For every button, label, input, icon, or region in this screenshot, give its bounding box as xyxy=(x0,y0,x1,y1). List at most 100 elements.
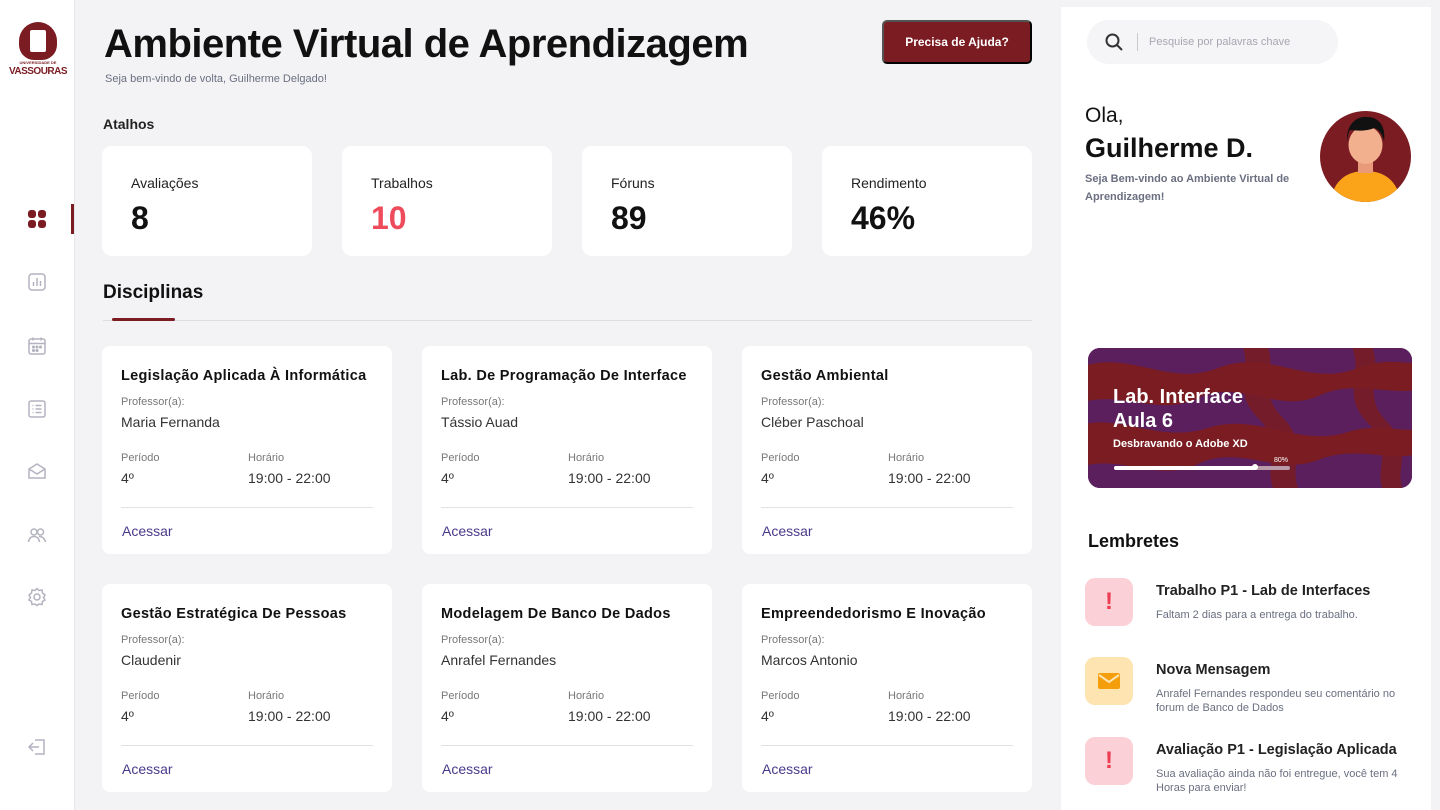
schedule-label: Horário xyxy=(248,690,285,702)
reminder-title: Nova Mensagem xyxy=(1156,662,1271,678)
university-logo[interactable]: UNIVERSIDADE DE VASSOURAS xyxy=(8,20,68,80)
divider xyxy=(103,320,1032,321)
period-label: Período xyxy=(441,690,480,702)
access-link[interactable]: Acessar xyxy=(442,761,493,777)
course-card: Lab. De Programação De Interface Profess… xyxy=(422,346,712,554)
calendar-icon[interactable] xyxy=(27,336,47,356)
access-link[interactable]: Acessar xyxy=(442,523,493,539)
professor-label: Professor(a): xyxy=(441,634,505,646)
access-link[interactable]: Acessar xyxy=(122,761,173,777)
welcome-text: Seja bem-vindo de volta, Guilherme Delga… xyxy=(105,73,327,85)
reminder-item[interactable]: ! Avaliação P1 - Legislação Aplicada Sua… xyxy=(1085,737,1415,807)
period-label: Período xyxy=(121,452,160,464)
access-link[interactable]: Acessar xyxy=(122,523,173,539)
help-button[interactable]: Precisa de Ajuda? xyxy=(882,20,1032,64)
shortcut-card-assignments[interactable]: Trabalhos 10 xyxy=(342,146,552,256)
schedule-label: Horário xyxy=(888,690,925,702)
professor-name: Tássio Auad xyxy=(441,414,519,430)
promo-title-line2: Aula 6 xyxy=(1113,410,1174,432)
users-icon[interactable] xyxy=(27,525,47,545)
search-input[interactable] xyxy=(1149,32,1329,52)
professor-label: Professor(a): xyxy=(121,634,185,646)
professor-label: Professor(a): xyxy=(441,396,505,408)
access-link[interactable]: Acessar xyxy=(762,523,813,539)
professor-name: Claudenir xyxy=(121,652,181,668)
alert-icon: ! xyxy=(1085,737,1133,785)
envelope-icon xyxy=(1085,657,1133,705)
course-name: Legislação Aplicada À Informática xyxy=(121,368,367,384)
period-label: Período xyxy=(121,690,160,702)
access-link[interactable]: Acessar xyxy=(762,761,813,777)
period-value: 4º xyxy=(121,708,134,724)
greeting: Ola, xyxy=(1085,104,1124,127)
course-name: Modelagem De Banco De Dados xyxy=(441,606,671,622)
shortcut-card-evaluations[interactable]: Avaliações 8 xyxy=(102,146,312,256)
nav-active-indicator xyxy=(71,204,74,234)
period-label: Período xyxy=(441,452,480,464)
avatar[interactable] xyxy=(1320,111,1411,202)
progress-bar xyxy=(1114,464,1290,470)
shortcut-label: Rendimento xyxy=(851,175,927,191)
reminder-item[interactable]: Nova Mensagem Anrafel Fernandes responde… xyxy=(1085,657,1415,727)
professor-label: Professor(a): xyxy=(761,634,825,646)
shortcuts-label: Atalhos xyxy=(103,116,155,132)
right-panel: Ola, Guilherme D. Seja Bem-vindo ao Ambi… xyxy=(1061,7,1431,810)
reminder-text: Faltam 2 dias para a entrega do trabalho… xyxy=(1156,609,1358,621)
schedule-value: 19:00 - 22:00 xyxy=(248,708,331,724)
user-name: Guilherme D. xyxy=(1085,133,1254,163)
progress-fill xyxy=(1114,466,1255,470)
schedule-label: Horário xyxy=(248,452,285,464)
course-card: Legislação Aplicada À Informática Profes… xyxy=(102,346,392,554)
search-bar[interactable] xyxy=(1087,20,1338,64)
schedule-value: 19:00 - 22:00 xyxy=(568,470,651,486)
tab-underline xyxy=(112,318,175,321)
card-divider xyxy=(121,507,373,508)
professor-label: Professor(a): xyxy=(121,396,185,408)
shortcut-value: 10 xyxy=(371,200,407,236)
professor-label: Professor(a): xyxy=(761,396,825,408)
schedule-label: Horário xyxy=(568,690,605,702)
shortcut-card-performance[interactable]: Rendimento 46% xyxy=(822,146,1032,256)
class-promo-card[interactable]: Lab. Interface Aula 6 Desbravando o Adob… xyxy=(1088,348,1412,488)
shortcut-label: Avaliações xyxy=(131,175,199,191)
search-icon[interactable] xyxy=(1104,32,1124,52)
progress-knob xyxy=(1251,464,1258,470)
professor-name: Maria Fernanda xyxy=(121,414,220,430)
course-name: Gestão Estratégica De Pessoas xyxy=(121,606,347,622)
reminder-title: Trabalho P1 - Lab de Interfaces xyxy=(1156,583,1371,599)
course-card: Gestão Ambiental Professor(a): Cléber Pa… xyxy=(742,346,1032,554)
schedule-value: 19:00 - 22:00 xyxy=(888,470,971,486)
reminder-text: Anrafel Fernandes respondeu seu comentár… xyxy=(1156,688,1396,714)
shortcut-label: Fóruns xyxy=(611,175,655,191)
reminder-text: Sua avaliação ainda não foi entregue, vo… xyxy=(1156,768,1398,794)
reminder-title: Avaliação P1 - Legislação Aplicada xyxy=(1156,742,1397,758)
shield-icon xyxy=(19,22,57,60)
disciplines-title: Disciplinas xyxy=(103,282,204,303)
course-card: Gestão Estratégica De Pessoas Professor(… xyxy=(102,584,392,792)
shortcut-card-forums[interactable]: Fóruns 89 xyxy=(582,146,792,256)
page-title: Ambiente Virtual de Aprendizagem xyxy=(104,22,749,66)
schedule-value: 19:00 - 22:00 xyxy=(568,708,651,724)
chart-icon[interactable] xyxy=(27,272,47,292)
settings-icon[interactable] xyxy=(27,587,47,607)
reminders-title: Lembretes xyxy=(1088,531,1180,551)
shortcut-value: 8 xyxy=(131,200,149,236)
period-value: 4º xyxy=(761,470,774,486)
shortcut-value: 46% xyxy=(851,200,916,236)
promo-title-line1: Lab. Interface xyxy=(1113,386,1244,408)
professor-name: Marcos Antonio xyxy=(761,652,858,668)
course-card: Empreendedorismo E Inovação Professor(a)… xyxy=(742,584,1032,792)
period-value: 4º xyxy=(761,708,774,724)
logout-icon[interactable] xyxy=(27,737,47,757)
schedule-label: Horário xyxy=(568,452,605,464)
card-divider xyxy=(441,507,693,508)
mail-icon[interactable] xyxy=(27,461,47,481)
reminder-item[interactable]: ! Trabalho P1 - Lab de Interfaces Faltam… xyxy=(1085,578,1415,648)
greeting-subtitle: Seja Bem-vindo ao Ambiente Virtual de Ap… xyxy=(1085,173,1290,203)
professor-name: Anrafel Fernandes xyxy=(441,652,557,668)
period-value: 4º xyxy=(441,708,454,724)
list-icon[interactable] xyxy=(27,399,47,419)
course-name: Empreendedorismo E Inovação xyxy=(761,606,986,622)
period-value: 4º xyxy=(441,470,454,486)
dashboard-icon[interactable] xyxy=(27,209,47,229)
